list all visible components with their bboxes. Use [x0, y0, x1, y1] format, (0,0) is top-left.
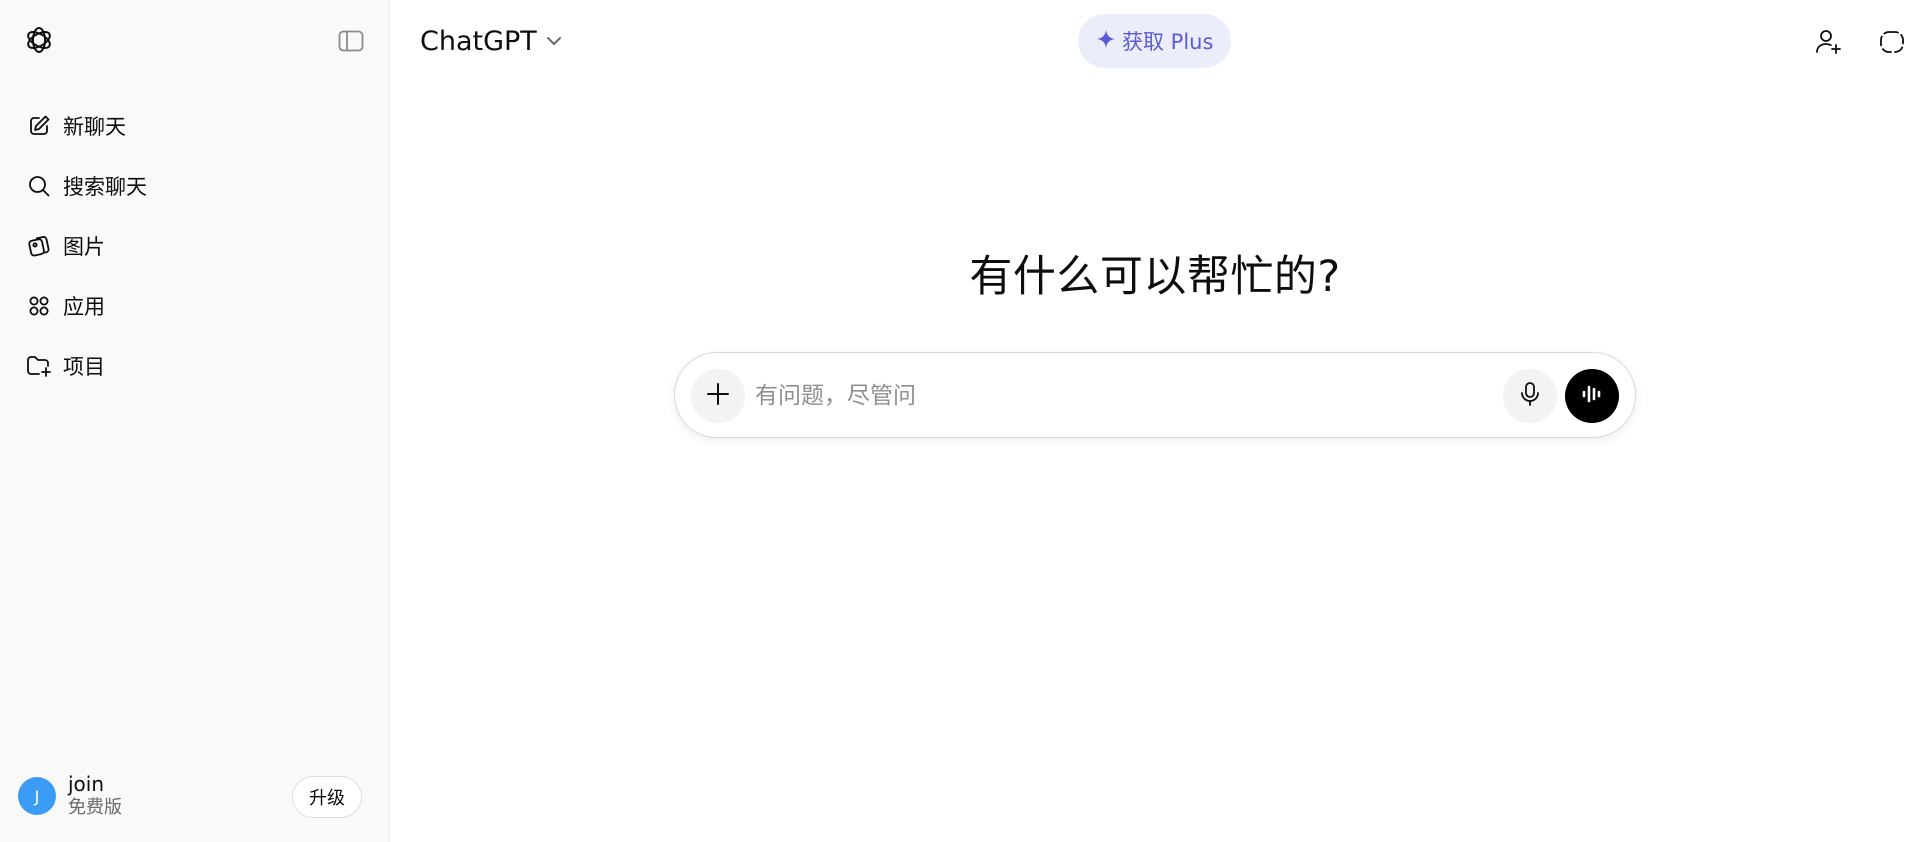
account-name: join — [68, 772, 105, 796]
avatar: J — [18, 777, 56, 815]
sidebar-nav: 新聊天 搜索聊天 图片 应用 项目 — [16, 96, 376, 396]
sidebar-item-apps[interactable]: 应用 — [16, 276, 376, 336]
images-icon — [26, 233, 52, 259]
model-selector[interactable]: ChatGPT — [420, 20, 563, 62]
edit-icon — [26, 113, 52, 139]
sidebar-item-images[interactable]: 图片 — [16, 216, 376, 276]
account-plan: 免费版 — [68, 797, 122, 818]
temporary-chat-icon[interactable] — [1872, 22, 1912, 62]
account-info: join 免费版 — [68, 772, 122, 820]
sidebar-item-label: 新聊天 — [63, 115, 126, 139]
upgrade-button[interactable]: 升级 — [292, 776, 362, 818]
add-person-icon[interactable] — [1808, 22, 1848, 62]
sidebar-item-label: 搜索聊天 — [63, 175, 147, 199]
page-title: 有什么可以帮忙的? — [969, 252, 1341, 302]
sidebar-item-search-chats[interactable]: 搜索聊天 — [16, 156, 376, 216]
prompt-input[interactable] — [755, 375, 1475, 417]
sidebar-item-label: 项目 — [63, 355, 105, 379]
get-plus-label: 获取 Plus — [1122, 30, 1214, 54]
attach-button[interactable] — [691, 369, 745, 423]
model-name: ChatGPT — [420, 25, 537, 57]
sidebar-item-projects[interactable]: 项目 — [16, 336, 376, 396]
sidebar-item-label: 应用 — [63, 295, 105, 319]
microphone-icon — [1519, 381, 1541, 411]
voice-mode-button[interactable] — [1565, 369, 1619, 423]
sidebar: 新聊天 搜索聊天 图片 应用 项目 J join 免费版 升级 — [0, 0, 390, 842]
chevron-down-icon — [545, 32, 563, 51]
sidebar-item-new-chat[interactable]: 新聊天 — [16, 96, 376, 156]
sidebar-header — [0, 0, 389, 82]
dictate-button[interactable] — [1503, 369, 1557, 423]
account-panel[interactable]: J join 免费版 升级 — [18, 768, 362, 824]
sparkle-icon — [1096, 29, 1116, 53]
sidebar-item-label: 图片 — [63, 235, 105, 259]
folder-plus-icon — [26, 353, 52, 379]
main-area: ChatGPT 获取 Plus 有什么可以帮忙的? — [390, 0, 1920, 842]
openai-logo-icon[interactable] — [22, 23, 56, 57]
plus-icon — [705, 381, 731, 411]
apps-icon — [26, 293, 52, 319]
get-plus-button[interactable]: 获取 Plus — [1078, 14, 1232, 68]
sidebar-toggle-icon[interactable] — [334, 26, 368, 56]
composer — [674, 352, 1636, 438]
search-icon — [26, 173, 52, 199]
voice-mode-icon — [1579, 381, 1605, 411]
